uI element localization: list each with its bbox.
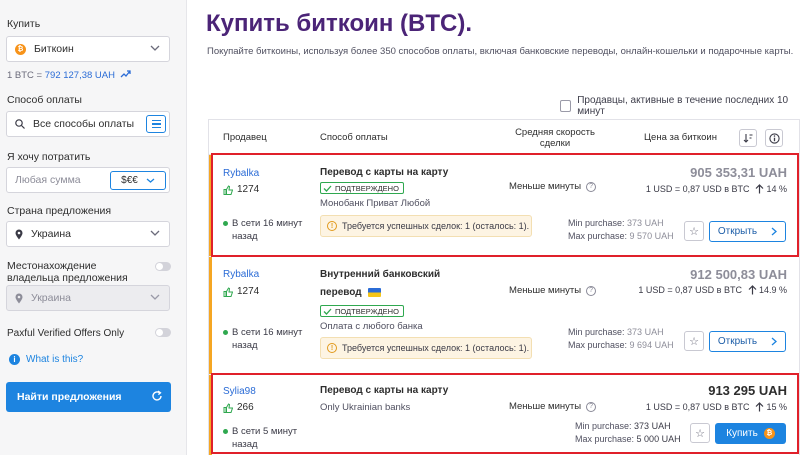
sort-icon [743, 134, 753, 143]
highlight-frame [211, 153, 799, 257]
owner-location-label: Местонахождение владельца предложения [7, 260, 128, 284]
margin-percent: 14.9 % [748, 285, 787, 295]
payment-method-label: Способ оплаты [7, 94, 82, 106]
payment-list-button[interactable] [146, 115, 166, 133]
what-is-this-link[interactable]: i What is this? [9, 354, 83, 365]
btc-rate: 1 BTC = 792 127,38 UAH [7, 70, 131, 81]
favorite-button[interactable]: ☆ [684, 331, 704, 351]
check-icon [323, 308, 332, 315]
table-info-button[interactable] [765, 129, 783, 147]
crypto-select[interactable]: ₿ Биткоин [6, 36, 170, 62]
offers-table: Продавец Способ оплаты Средняя скорость … [208, 119, 800, 455]
refresh-icon [152, 390, 162, 401]
chevron-down-icon [150, 45, 160, 51]
currency-select-button[interactable]: $€€ [110, 171, 166, 190]
sort-button[interactable] [739, 129, 757, 147]
thumbs-up-icon [223, 286, 233, 297]
seller-link[interactable]: Rybalka [223, 269, 259, 280]
spend-amount-placeholder: Любая сумма [15, 174, 81, 186]
active-sellers-label: Продавцы, активные в течение последних 1… [577, 95, 789, 117]
info-icon: i [9, 354, 20, 365]
price-header: Цена за биткоин [644, 132, 717, 143]
owner-location-toggle[interactable] [155, 262, 171, 271]
highlight-frame [211, 373, 799, 454]
help-icon[interactable]: ? [586, 285, 597, 296]
location-pin-icon [15, 229, 23, 239]
crypto-select-value: Биткоин [34, 43, 74, 55]
open-offer-button[interactable]: Открыть [709, 331, 786, 352]
find-offers-button[interactable]: Найти предложения [6, 382, 171, 412]
arrow-up-icon [748, 285, 757, 295]
bitcoin-icon: ₿ [15, 43, 26, 55]
usd-rate: 1 USD = 0,87 USD в BTC 14.9 % [638, 285, 787, 295]
purchase-limits: Min purchase: 373 UAH Max purchase: 9 69… [568, 327, 674, 350]
ukraine-flag-icon [367, 288, 381, 297]
seller-feedback: 1274 [223, 286, 259, 297]
payment-method-select[interactable]: Все способы оплаты [6, 111, 170, 137]
chevron-right-icon [771, 337, 778, 346]
active-sellers-filter[interactable]: Продавцы, активные в течение последних 1… [560, 95, 800, 117]
owner-location-value: Украина [31, 292, 71, 304]
country-value: Украина [31, 228, 71, 240]
spend-label: Я хочу потратить [7, 151, 91, 163]
location-pin-icon [15, 293, 23, 303]
trade-requirement-warning: ! Требуется успешных сделок: 1 (осталось… [320, 337, 532, 359]
country-label: Страна предложения [7, 205, 112, 217]
chevron-down-icon [146, 178, 155, 183]
chevron-down-icon [150, 294, 160, 300]
warning-icon: ! [327, 343, 337, 353]
page-subtitle: Покупайте биткоины, используя более 350 … [207, 46, 794, 57]
payment-method-title[interactable]: Внутренний банковский перевод [320, 267, 440, 300]
offer-row: Rybalka 1274 В сети 16 минут назад Внутр… [209, 256, 800, 374]
online-status: В сети 16 минут назад [223, 326, 303, 352]
verified-badge: ПОДТВЕРЖДЕНО [320, 305, 404, 317]
speed-header: Средняя скорость сделки [515, 127, 595, 149]
star-icon: ☆ [689, 335, 699, 348]
chevron-down-icon [150, 230, 160, 236]
payment-header: Способ оплаты [320, 132, 388, 143]
page-title: Купить биткоин (BTC). [206, 10, 473, 37]
seller-header: Продавец [223, 132, 267, 143]
payment-method-value: Все способы оплаты [33, 118, 135, 130]
payment-details: Оплата с любого банка [320, 321, 423, 332]
spend-amount-field[interactable]: Любая сумма $€€ [6, 167, 170, 193]
search-icon [15, 119, 25, 129]
buy-label: Купить [7, 18, 41, 30]
country-select[interactable]: Украина [6, 221, 170, 247]
trend-up-icon [120, 70, 131, 78]
active-sellers-checkbox[interactable] [560, 100, 572, 112]
verified-offers-toggle[interactable] [155, 328, 171, 337]
owner-location-select[interactable]: Украина [6, 285, 170, 311]
offer-accent-bar [209, 257, 212, 374]
offer-price: 912 500,83 UAH [690, 267, 787, 282]
online-dot [223, 330, 228, 335]
filter-sidebar: Купить ₿ Биткоин 1 BTC = 792 127,38 UAH … [0, 0, 187, 455]
verified-offers-label: Paxful Verified Offers Only [7, 328, 125, 339]
info-icon [768, 132, 780, 144]
btc-rate-value: 792 127,38 UAH [44, 70, 115, 81]
trade-speed: Меньше минуты ? [509, 285, 597, 296]
